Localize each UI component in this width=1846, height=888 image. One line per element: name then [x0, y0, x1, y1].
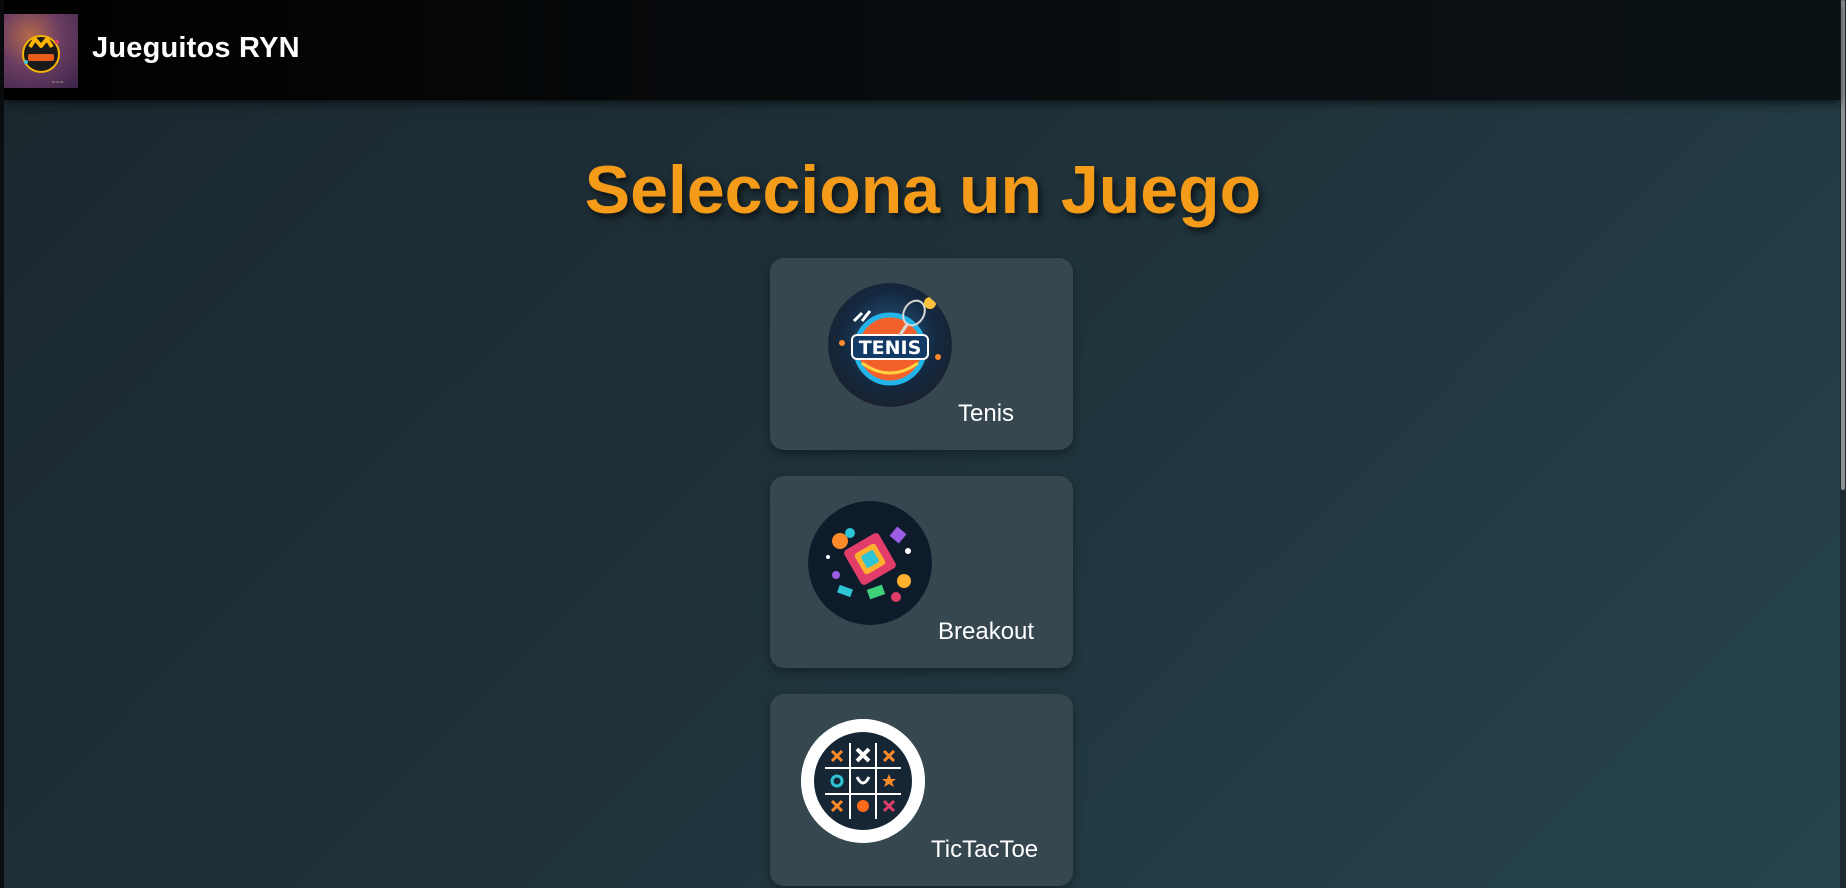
game-card-tenis[interactable]: TENIS Tenis: [770, 258, 1073, 450]
svg-text:TENIS: TENIS: [859, 337, 922, 359]
site-title[interactable]: Jueguitos RYN: [92, 32, 300, 65]
scrollbar[interactable]: [1840, 0, 1846, 888]
page-title: Selecciona un Juego: [584, 152, 1262, 228]
site-logo-icon[interactable]: ~~~: [4, 14, 78, 88]
window-edge: [0, 0, 4, 888]
colorful-blocks-icon: [808, 501, 932, 625]
game-card-tictactoe[interactable]: TicTacToe: [770, 694, 1073, 886]
game-card-breakout[interactable]: Breakout: [770, 476, 1073, 668]
tic-tac-toe-grid-icon: [801, 719, 925, 843]
game-label-tenis: Tenis: [958, 400, 1015, 427]
game-label-breakout: Breakout: [938, 618, 1035, 645]
scrollbar-thumb[interactable]: [1841, 0, 1845, 490]
svg-text:~~~: ~~~: [51, 80, 64, 86]
game-label-tictactoe: TicTacToe: [931, 836, 1039, 863]
top-navbar: ~~~ Jueguitos RYN: [4, 0, 1840, 100]
tennis-ball-racket-icon: TENIS: [828, 283, 952, 407]
